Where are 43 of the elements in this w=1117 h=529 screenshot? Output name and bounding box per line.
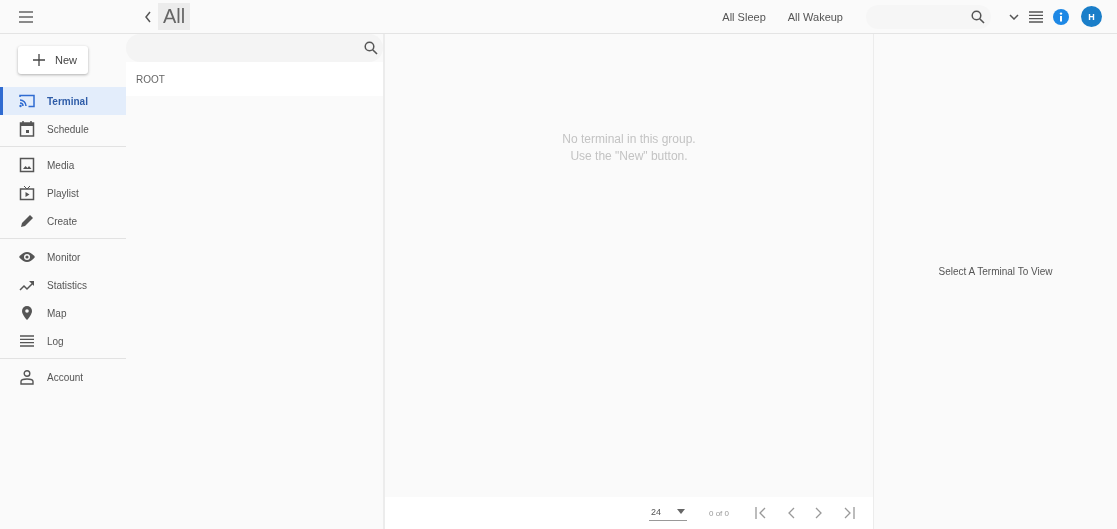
search-icon <box>364 41 378 55</box>
person-icon <box>19 369 35 385</box>
sidebar-item[interactable]: Log <box>0 327 126 355</box>
pencil-icon <box>19 213 35 229</box>
search-field[interactable] <box>866 4 991 29</box>
sidebar-item[interactable]: Terminal <box>0 87 126 115</box>
page-range: 0 of 0 <box>709 508 729 518</box>
sidebar-item[interactable]: Media <box>0 151 126 179</box>
chevron-left-icon <box>144 10 152 23</box>
sidebar-item[interactable]: Monitor <box>0 243 126 271</box>
header-action-button[interactable]: All Wakeup <box>787 10 843 23</box>
list-icon <box>19 333 35 349</box>
search-icon <box>971 9 985 24</box>
sidebar-item[interactable]: Create <box>0 207 126 235</box>
plus-icon <box>33 54 45 66</box>
map-pin-icon <box>19 305 35 321</box>
last-page-icon <box>843 507 855 519</box>
first-page-icon <box>755 507 767 519</box>
header-action-button[interactable]: All Sleep <box>722 10 766 23</box>
tv-icon <box>19 185 35 201</box>
page-title: All <box>158 3 191 30</box>
detail-empty-message: Select A Terminal To View <box>938 266 1053 277</box>
user-avatar[interactable]: H <box>1081 6 1102 27</box>
chevron-right-icon <box>815 507 823 519</box>
new-button[interactable]: New <box>18 46 88 74</box>
tree-search-field[interactable] <box>126 34 383 62</box>
menu-icon <box>18 10 34 23</box>
sidebar-item[interactable]: Playlist <box>0 179 126 207</box>
image-icon <box>19 157 35 173</box>
list-icon <box>1029 10 1043 23</box>
sidebar-item[interactable]: Statistics <box>0 271 126 299</box>
page-size-select[interactable]: 24 <box>648 505 687 521</box>
tree-item[interactable]: ROOT <box>126 62 383 96</box>
chevron-left-icon <box>787 507 795 519</box>
sidebar-item[interactable]: Map <box>0 299 126 327</box>
sidebar-item[interactable]: Schedule <box>0 115 126 143</box>
calendar-icon <box>19 121 35 137</box>
eye-icon <box>19 249 35 265</box>
sidebar-item[interactable]: Account <box>0 363 126 391</box>
info-icon <box>1053 8 1069 25</box>
dropdown-arrow-icon <box>677 509 685 514</box>
cast-icon <box>19 93 35 109</box>
chevron-down-icon <box>1009 13 1019 20</box>
